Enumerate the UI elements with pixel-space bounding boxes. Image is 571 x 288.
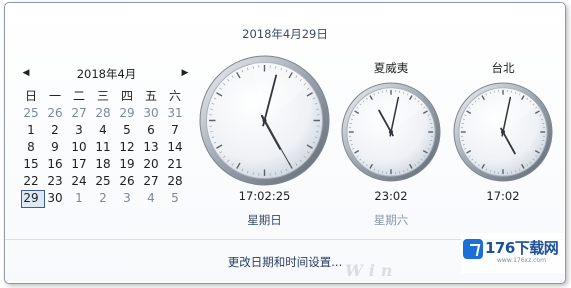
clock-center-pin (501, 130, 505, 134)
calendar-day[interactable]: 17 (67, 156, 91, 173)
datetime-flyout: 2018年4月29日 ◀ 2018年4月 ▶ 日一二三四五六 25 26 27 28 29… (4, 2, 566, 284)
calendar-day[interactable]: 8 (19, 139, 43, 156)
calendar-day[interactable]: 11 (91, 139, 115, 156)
analog-clock-taipei (453, 82, 553, 182)
analog-clock-local (199, 55, 330, 186)
calendar-day[interactable]: 30 (139, 105, 163, 122)
calendar-day[interactable]: 6 (139, 122, 163, 139)
clock-hawaii-time: 23:02 (374, 189, 408, 203)
calendar-day[interactable]: 1 (19, 122, 43, 139)
calendar-day[interactable]: 13 (139, 139, 163, 156)
current-date-link[interactable]: 2018年4月29日 (5, 26, 565, 42)
watermark-logo: 176下载网 www.176xz.com (461, 233, 565, 273)
watermark-url: www.176xz.com (497, 257, 546, 264)
weekday-header: 五 (144, 89, 157, 103)
calendar-day[interactable]: 27 (139, 173, 163, 190)
weekday-header: 六 (168, 89, 181, 103)
calendar-day[interactable]: 12 (115, 139, 139, 156)
weekday-header: 二 (72, 89, 85, 103)
calendar-day[interactable]: 2 (91, 190, 115, 207)
calendar-day[interactable]: 28 (163, 173, 187, 190)
calendar-day[interactable]: 20 (139, 156, 163, 173)
calendar-day[interactable]: 3 (115, 190, 139, 207)
clock-center-pin (262, 118, 267, 123)
watermark-site-name: 176下载网 (485, 239, 559, 257)
calendar-day[interactable]: 5 (163, 190, 187, 207)
clock-local-day: 星期日 (247, 213, 282, 227)
calendar-day[interactable]: 25 (19, 105, 43, 122)
calendar-day[interactable]: 30 (43, 190, 67, 207)
calendar-day[interactable]: 31 (163, 105, 187, 122)
weekday-header: 四 (120, 89, 133, 103)
weekday-header: 日 (24, 89, 37, 103)
calendar-day[interactable]: 18 (91, 156, 115, 173)
calendar-month-title[interactable]: 2018年4月 (19, 66, 194, 82)
calendar-day[interactable]: 19 (115, 156, 139, 173)
clock-taipei-label: 台北 (491, 61, 515, 75)
clock-hawaii-day: 星期六 (373, 213, 409, 227)
watermark-win-text: Win (345, 261, 399, 280)
calendar-day[interactable]: 9 (43, 139, 67, 156)
calendar-day[interactable]: 15 (19, 156, 43, 173)
calendar-day[interactable]: 10 (67, 139, 91, 156)
calendar-day[interactable]: 24 (67, 173, 91, 190)
calendar-grid: 日一二三四五六 25 26 27 28 29 30 31 1 2 3 4 5 6 7 8 9 10 11 12 13 14… (19, 88, 194, 208)
calendar-day[interactable]: 29 (115, 105, 139, 122)
calendar-day[interactable]: 16 (43, 156, 67, 173)
calendar-day[interactable]: 14 (163, 139, 187, 156)
calendar-day[interactable]: 28 (91, 105, 115, 122)
clock-hawaii-label: 夏威夷 (373, 61, 409, 75)
calendar-day[interactable]: 26 (43, 105, 67, 122)
clock-center-pin (389, 130, 393, 134)
clock-local-time: 17:02:25 (238, 189, 291, 203)
calendar-day-today[interactable]: 29 (19, 190, 45, 208)
calendar-day[interactable]: 5 (115, 122, 139, 139)
calendar: ◀ 2018年4月 ▶ 日一二三四五六 25 26 27 28 29 30 31 1 2 3 4 5 6 7… (19, 66, 194, 208)
analog-clock-hawaii (341, 82, 441, 182)
calendar-day[interactable]: 4 (139, 190, 163, 207)
calendar-day[interactable]: 21 (163, 156, 187, 173)
clock-taipei-time: 17:02 (486, 189, 520, 203)
calendar-day[interactable]: 25 (91, 173, 115, 190)
calendar-day[interactable]: 4 (91, 122, 115, 139)
calendar-day[interactable]: 26 (115, 173, 139, 190)
calendar-day[interactable]: 23 (43, 173, 67, 190)
calendar-day[interactable]: 3 (67, 122, 91, 139)
weekday-header: 三 (96, 89, 109, 103)
calendar-day[interactable]: 27 (67, 105, 91, 122)
next-month-arrow-icon[interactable]: ▶ (178, 66, 192, 80)
calendar-day[interactable]: 22 (19, 173, 43, 190)
calendar-day[interactable]: 2 (43, 122, 67, 139)
calendar-day[interactable]: 1 (67, 190, 91, 207)
watermark-badge-icon (463, 239, 483, 259)
weekday-header: 一 (48, 89, 61, 103)
calendar-header: ◀ 2018年4月 ▶ (19, 66, 194, 82)
calendar-day[interactable]: 7 (163, 122, 187, 139)
